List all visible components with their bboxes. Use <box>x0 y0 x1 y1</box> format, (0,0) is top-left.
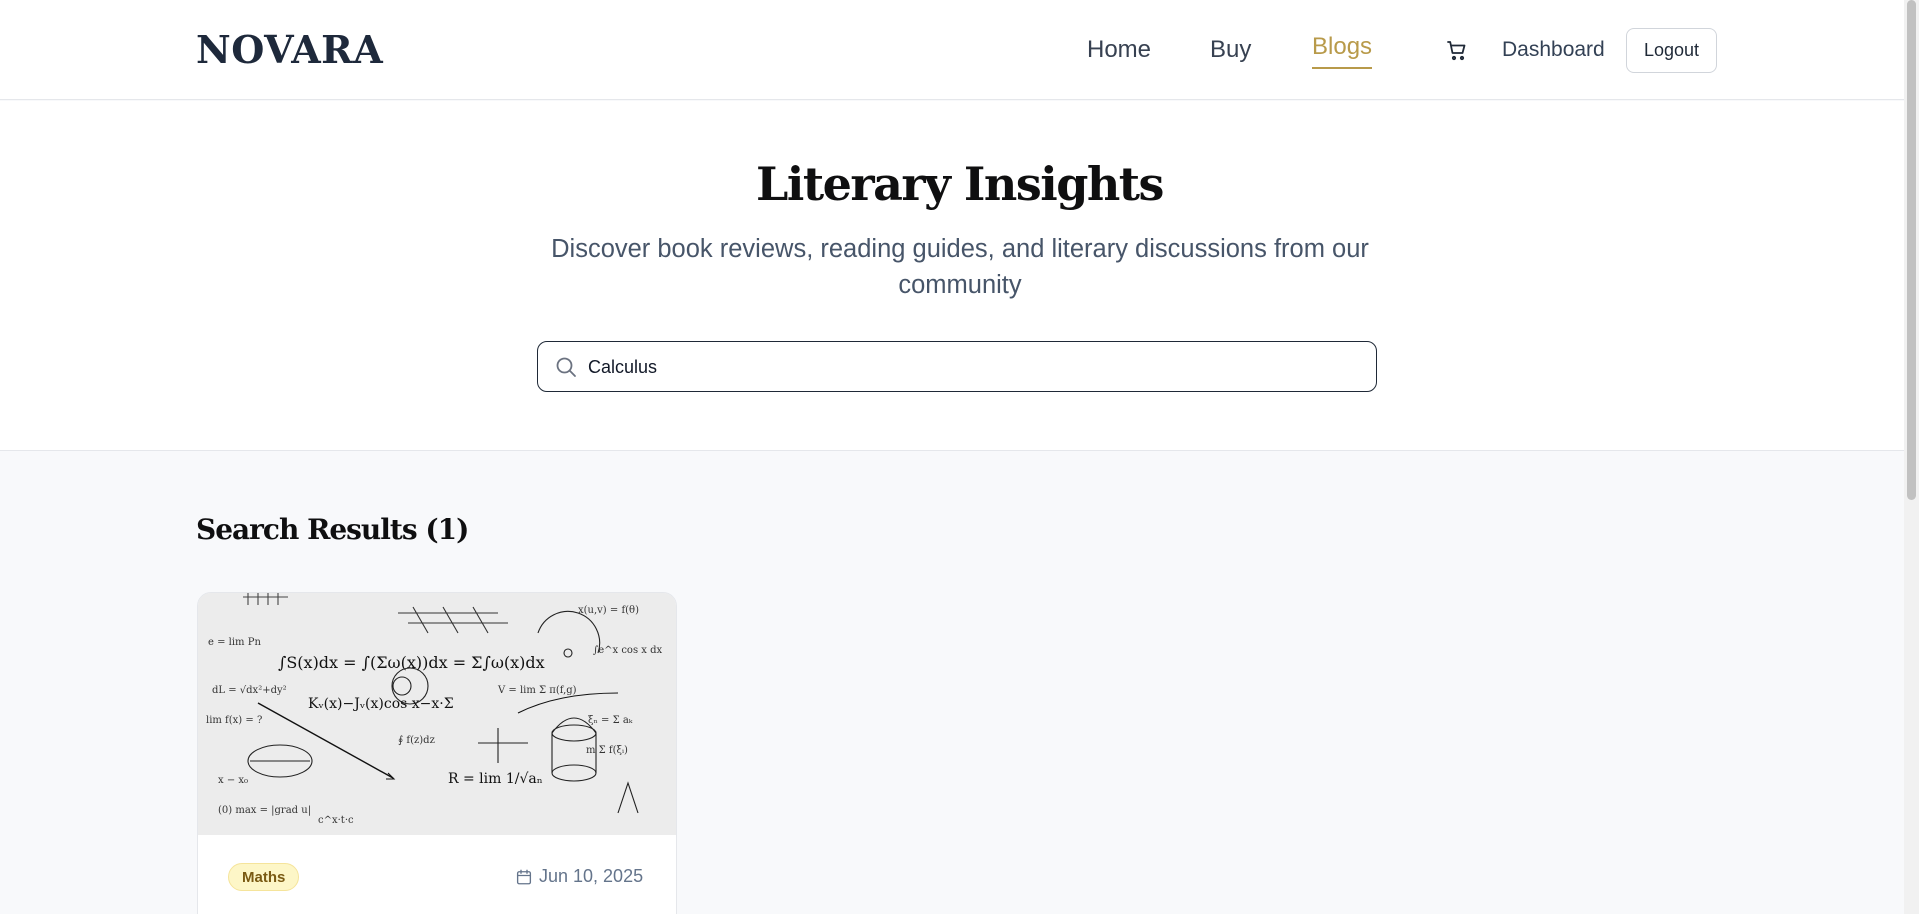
svg-text:R = lim 1/√aₙ: R = lim 1/√aₙ <box>448 771 543 787</box>
logout-button[interactable]: Logout <box>1626 28 1717 73</box>
svg-text:ξₙ = Σ aₖ: ξₙ = Σ aₖ <box>588 715 633 726</box>
svg-text:m Σ f(ξᵢ): m Σ f(ξᵢ) <box>586 745 628 756</box>
nav-home-link[interactable]: Home <box>1087 36 1151 64</box>
svg-text:(0) max = |grad u|: (0) max = |grad u| <box>218 805 311 816</box>
search-input[interactable] <box>588 352 1348 382</box>
svg-text:Kᵥ(x)−Jᵥ(x)cos x−x·Σ: Kᵥ(x)−Jᵥ(x)cos x−x·Σ <box>308 696 454 712</box>
post-date-text: Jun 10, 2025 <box>539 866 644 886</box>
svg-text:V = lim Σ π(f,g): V = lim Σ π(f,g) <box>497 685 577 696</box>
page-subtitle: Discover book reviews, reading guides, a… <box>551 235 1369 299</box>
svg-text:dL = √dx²+dy²: dL = √dx²+dy² <box>212 685 287 696</box>
search-icon <box>556 357 576 377</box>
page-scrollbar[interactable] <box>1904 0 1919 914</box>
svg-text:e = lim Pn: e = lim Pn <box>208 637 261 648</box>
cart-icon[interactable] <box>1445 38 1469 62</box>
results-heading: Search Results (1) <box>196 513 469 546</box>
svg-text:c^x·t·c: c^x·t·c <box>318 815 354 826</box>
search-bar[interactable] <box>537 341 1377 392</box>
blog-post-card[interactable]: ∫S(x)dx = ∫(Σω(x))dx = Σ∫ω(x)dx Kᵥ(x)−Jᵥ… <box>197 592 677 914</box>
nav-buy-link[interactable]: Buy <box>1210 36 1251 64</box>
page-title: Literary Insights <box>756 157 1164 211</box>
nav-blogs-link[interactable]: Blogs <box>1312 33 1373 69</box>
svg-text:∫e^x cos x dx: ∫e^x cos x dx <box>593 645 662 656</box>
svg-text:∮ f(z)dz: ∮ f(z)dz <box>398 735 435 746</box>
hero-section: Literary Insights Discover book reviews,… <box>0 101 1919 451</box>
post-date: Jun 10, 2025 <box>515 866 643 887</box>
calculus-equations-image: ∫S(x)dx = ∫(Σω(x))dx = Σ∫ω(x)dx Kᵥ(x)−Jᵥ… <box>198 593 676 835</box>
svg-text:x(u,v) = f(θ): x(u,v) = f(θ) <box>578 605 639 616</box>
scrollbar-thumb[interactable] <box>1907 0 1916 500</box>
svg-text:lim f(x) = ?: lim f(x) = ? <box>206 715 262 726</box>
site-header: NOVARA Home Buy Blogs Dashboard Logout <box>0 0 1919 100</box>
calendar-icon <box>516 869 532 884</box>
category-badge[interactable]: Maths <box>228 863 300 891</box>
svg-text:∫S(x)dx = ∫(Σω(x))dx = Σ∫ω(x)d: ∫S(x)dx = ∫(Σω(x))dx = Σ∫ω(x)dx <box>278 653 545 672</box>
site-logo[interactable]: NOVARA <box>196 27 383 72</box>
svg-text:x − x₀: x − x₀ <box>218 775 248 786</box>
nav-dashboard-link[interactable]: Dashboard <box>1502 38 1605 62</box>
